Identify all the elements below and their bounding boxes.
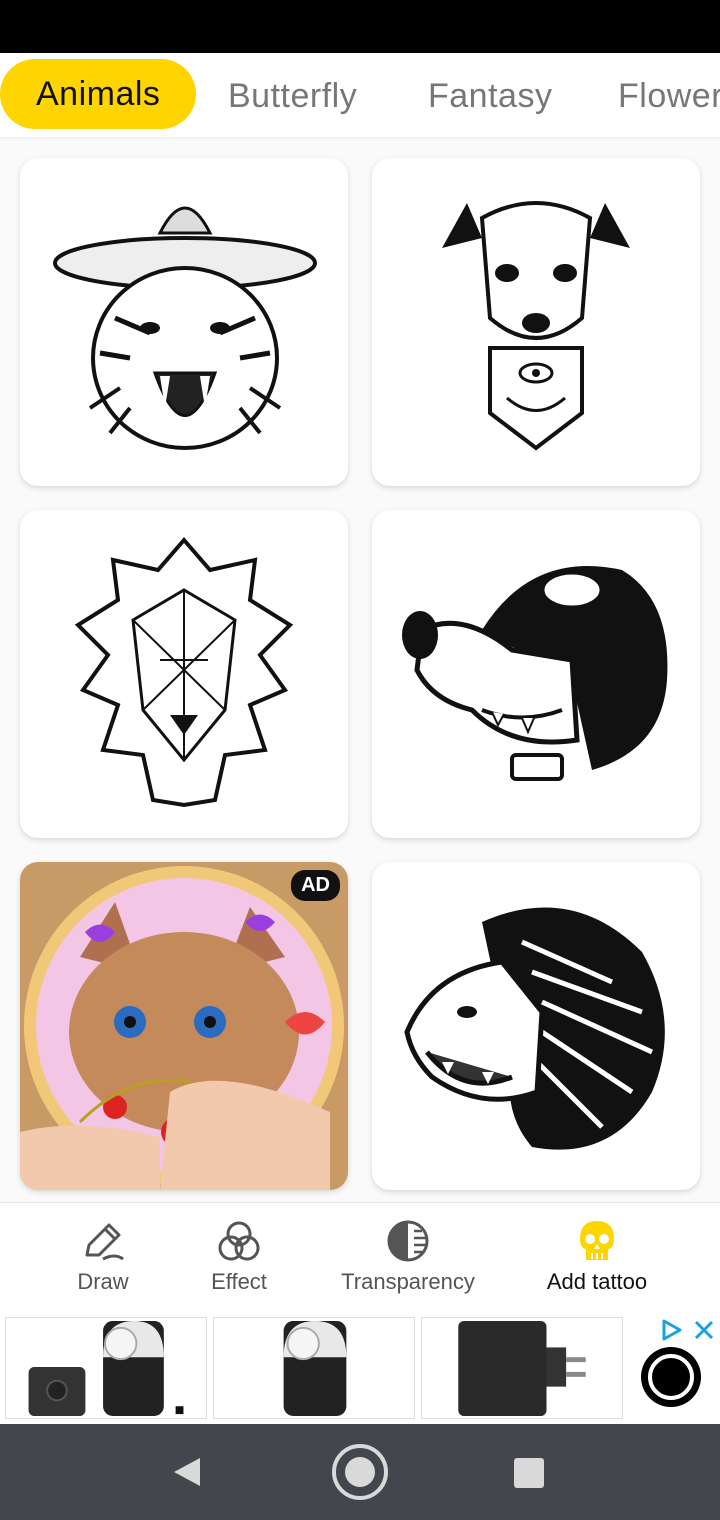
wolf-helmet-image: [402, 566, 668, 781]
tiger-sombrero-image: [53, 206, 317, 450]
add-tattoo-label: Add tattoo: [546, 1269, 648, 1294]
ad-action-icon[interactable]: [640, 1346, 702, 1408]
smart-lock-image: [28, 1320, 184, 1417]
cross-stitch-kitten-image: [20, 862, 348, 1190]
ad-card-cross-stitch[interactable]: AD: [20, 862, 348, 1190]
draw-button[interactable]: Draw: [60, 1217, 146, 1295]
ad-product-tile[interactable]: [5, 1317, 207, 1419]
circles-icon: [218, 1221, 260, 1261]
ad-banner[interactable]: [0, 1314, 720, 1424]
category-tabs: Animals Butterfly Fantasy Flower: [0, 53, 720, 137]
power-adapter-image: [458, 1320, 586, 1417]
status-bar: [0, 0, 720, 53]
smart-lock-image: [283, 1320, 347, 1417]
skull-icon: [579, 1220, 615, 1260]
effect-label: Effect: [211, 1269, 267, 1294]
ad-product-tile[interactable]: [421, 1317, 623, 1419]
tab-animals[interactable]: Animals: [0, 59, 197, 129]
tattoo-card-geometric-lion[interactable]: [20, 510, 348, 838]
geometric-lion-image: [74, 536, 294, 808]
tab-butterfly[interactable]: Butterfly: [228, 61, 357, 131]
ad-badge: AD: [291, 870, 340, 901]
tattoo-card-wolf-helmet[interactable]: [372, 510, 700, 838]
transparency-icon: [387, 1220, 429, 1262]
pencil-icon: [85, 1223, 124, 1261]
tab-fantasy[interactable]: Fantasy: [428, 61, 552, 131]
effect-button[interactable]: Effect: [196, 1217, 282, 1295]
dog-image: [442, 201, 630, 451]
ad-choices-icon[interactable]: [660, 1318, 684, 1342]
tribal-lion-image: [404, 907, 665, 1150]
ad-product-tile[interactable]: [213, 1317, 415, 1419]
tattoo-card-tiger[interactable]: [20, 158, 348, 486]
tattoo-grid: AD: [0, 140, 720, 1202]
recents-icon[interactable]: [512, 1456, 546, 1490]
system-nav-bar: [0, 1424, 720, 1520]
close-ad-icon[interactable]: [692, 1318, 716, 1342]
tab-flower[interactable]: Flower: [618, 61, 720, 131]
add-tattoo-button[interactable]: Add tattoo: [542, 1217, 652, 1295]
draw-label: Draw: [77, 1269, 129, 1294]
bottom-toolbar: Draw Effect Transparency Add tattoo: [0, 1202, 720, 1314]
tattoo-card-tribal-lion[interactable]: [372, 862, 700, 1190]
transparency-label: Transparency: [341, 1269, 475, 1294]
home-icon[interactable]: [330, 1442, 390, 1502]
transparency-button[interactable]: Transparency: [336, 1217, 480, 1295]
back-icon[interactable]: [170, 1454, 206, 1490]
tattoo-card-dog[interactable]: [372, 158, 700, 486]
